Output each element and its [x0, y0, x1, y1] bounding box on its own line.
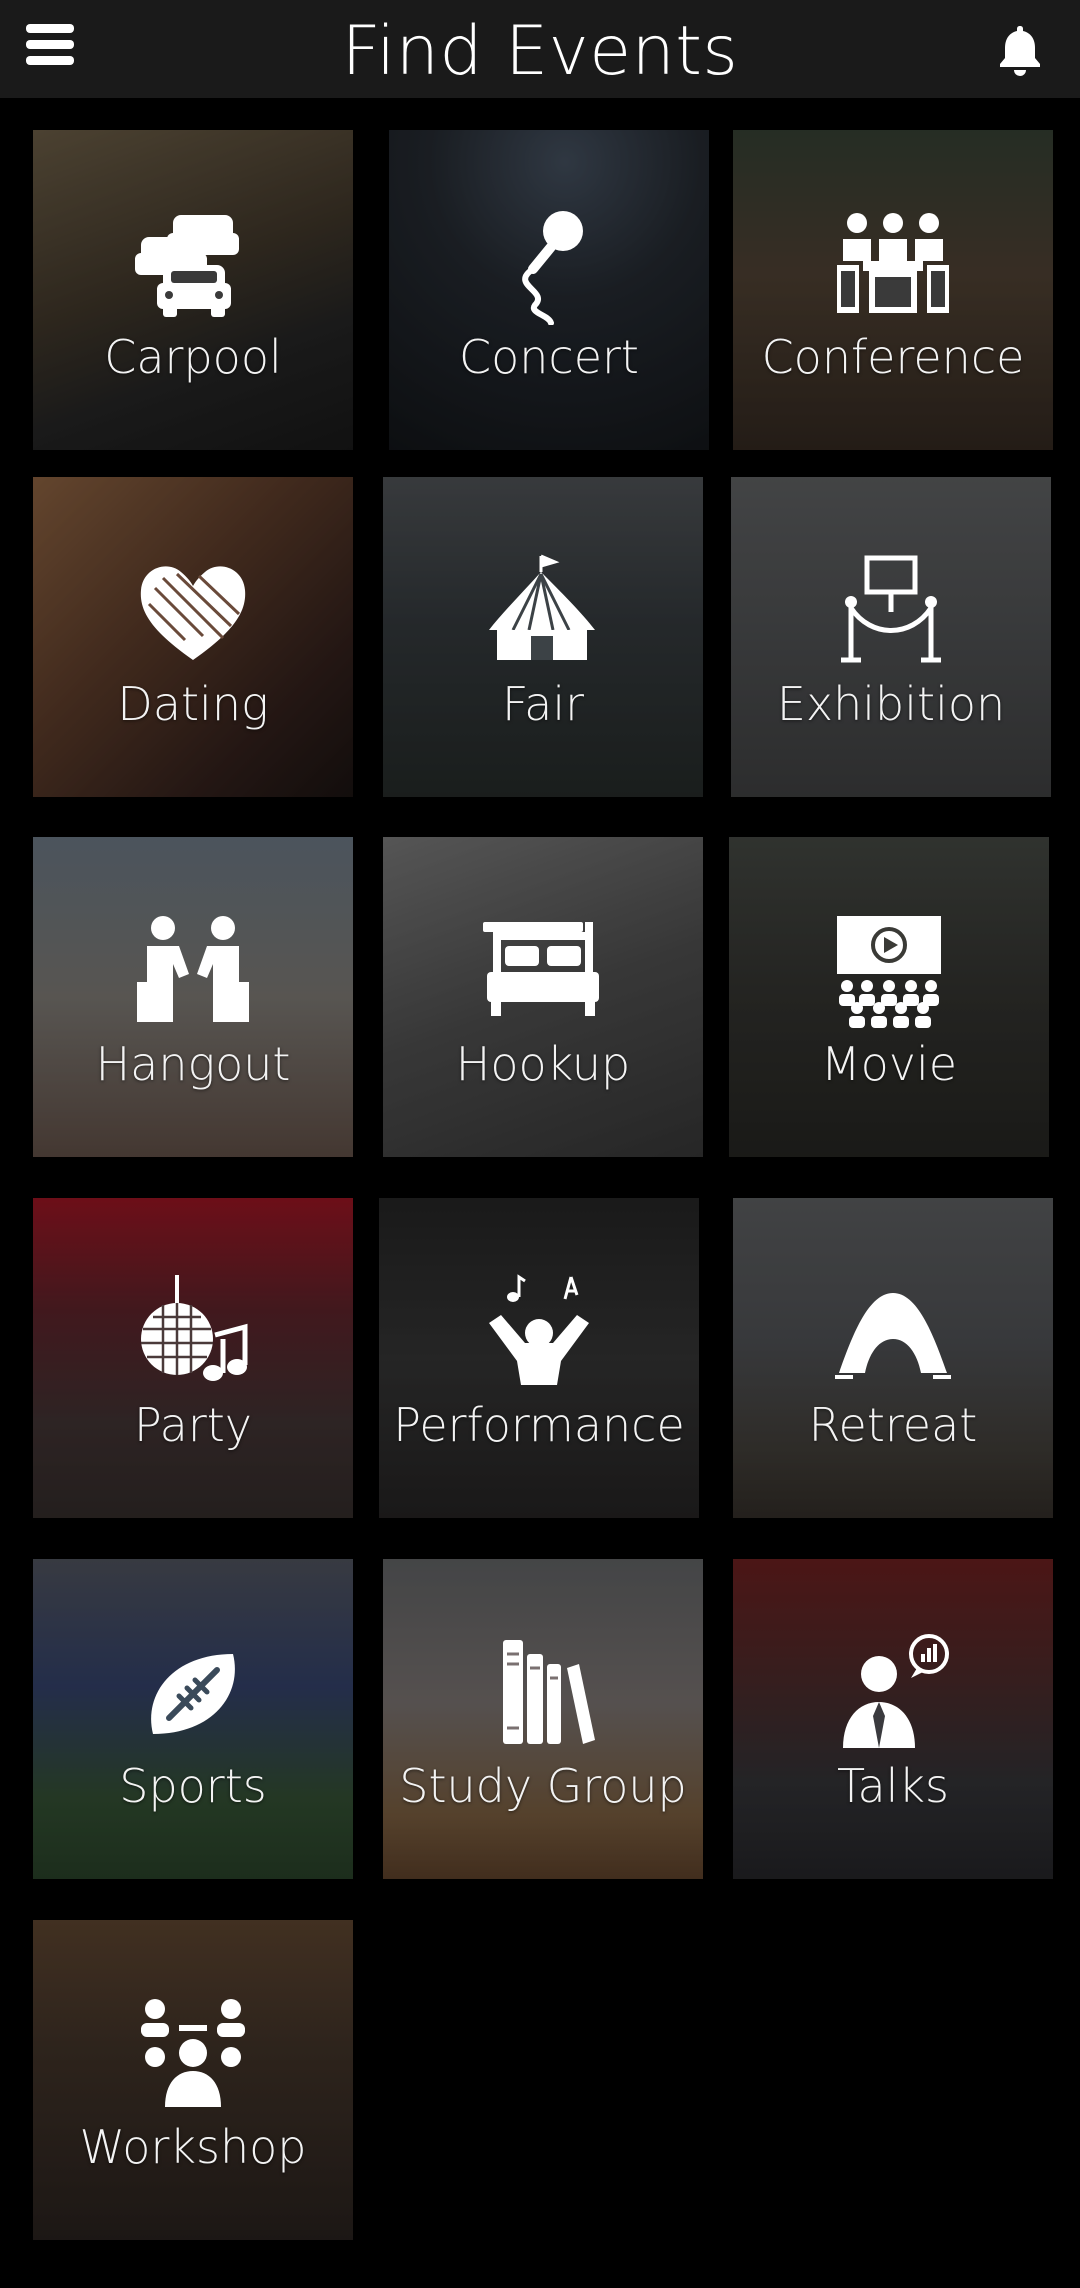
category-label: Party — [133, 1398, 253, 1452]
microphone-icon — [522, 211, 583, 325]
category-label: Conference — [761, 330, 1025, 384]
circus-tent-icon — [489, 554, 595, 660]
dome-tent-icon — [835, 1293, 951, 1379]
books-icon — [503, 1640, 595, 1744]
exhibit-stanchion-icon — [841, 555, 941, 663]
category-tile-retreat[interactable]: Retreat — [733, 1198, 1053, 1518]
category-label: Retreat — [808, 1398, 978, 1452]
category-label: Carpool — [104, 330, 282, 384]
bed-icon — [483, 922, 599, 1016]
category-label: Hangout — [95, 1037, 291, 1091]
category-label: Sports — [119, 1759, 267, 1813]
cars-icon — [135, 215, 239, 317]
category-tile-concert[interactable]: Concert — [389, 130, 709, 450]
heart-icon — [140, 566, 246, 660]
category-label: Concert — [459, 330, 639, 384]
category-label: Workshop — [79, 2120, 307, 2174]
category-tile-talks[interactable]: Talks — [733, 1559, 1053, 1879]
category-label: Study Group — [399, 1759, 687, 1813]
top-app-bar: Find Events — [0, 0, 1080, 98]
disco-ball-icon — [141, 1275, 248, 1381]
category-tile-party[interactable]: Party — [33, 1198, 353, 1518]
category-tile-performance[interactable]: Performance — [379, 1198, 699, 1518]
category-tile-hangout[interactable]: Hangout — [33, 837, 353, 1157]
football-icon — [147, 1648, 239, 1740]
category-label: Performance — [393, 1398, 685, 1452]
category-label: Dating — [117, 677, 269, 731]
category-tile-exhibition[interactable]: Exhibition — [731, 477, 1051, 797]
category-tile-sports[interactable]: Sports — [33, 1559, 353, 1879]
two-people-chatting-icon — [137, 916, 249, 1022]
category-tile-workshop[interactable]: Workshop — [33, 1920, 353, 2240]
category-label: Exhibition — [776, 677, 1006, 731]
category-tile-dating[interactable]: Dating — [33, 477, 353, 797]
category-tile-movie[interactable]: Movie — [729, 837, 1049, 1157]
speaker-icon — [843, 1634, 949, 1748]
group-workshop-icon — [141, 1999, 245, 2107]
category-tile-study-group[interactable]: Study Group — [383, 1559, 703, 1879]
category-tile-fair[interactable]: Fair — [383, 477, 703, 797]
performer-icon — [489, 1274, 589, 1385]
category-tile-hookup[interactable]: Hookup — [383, 837, 703, 1157]
category-label: Fair — [501, 677, 585, 731]
meeting-table-icon — [837, 213, 949, 313]
cinema-audience-icon — [837, 916, 941, 1028]
category-label: Hookup — [455, 1037, 631, 1091]
category-label: Movie — [820, 1037, 958, 1091]
category-label: Talks — [836, 1759, 950, 1813]
category-tile-carpool[interactable]: Carpool — [33, 130, 353, 450]
page-title: Find Events — [341, 12, 739, 91]
bell-icon[interactable] — [994, 22, 1046, 78]
category-tile-conference[interactable]: Conference — [733, 130, 1053, 450]
